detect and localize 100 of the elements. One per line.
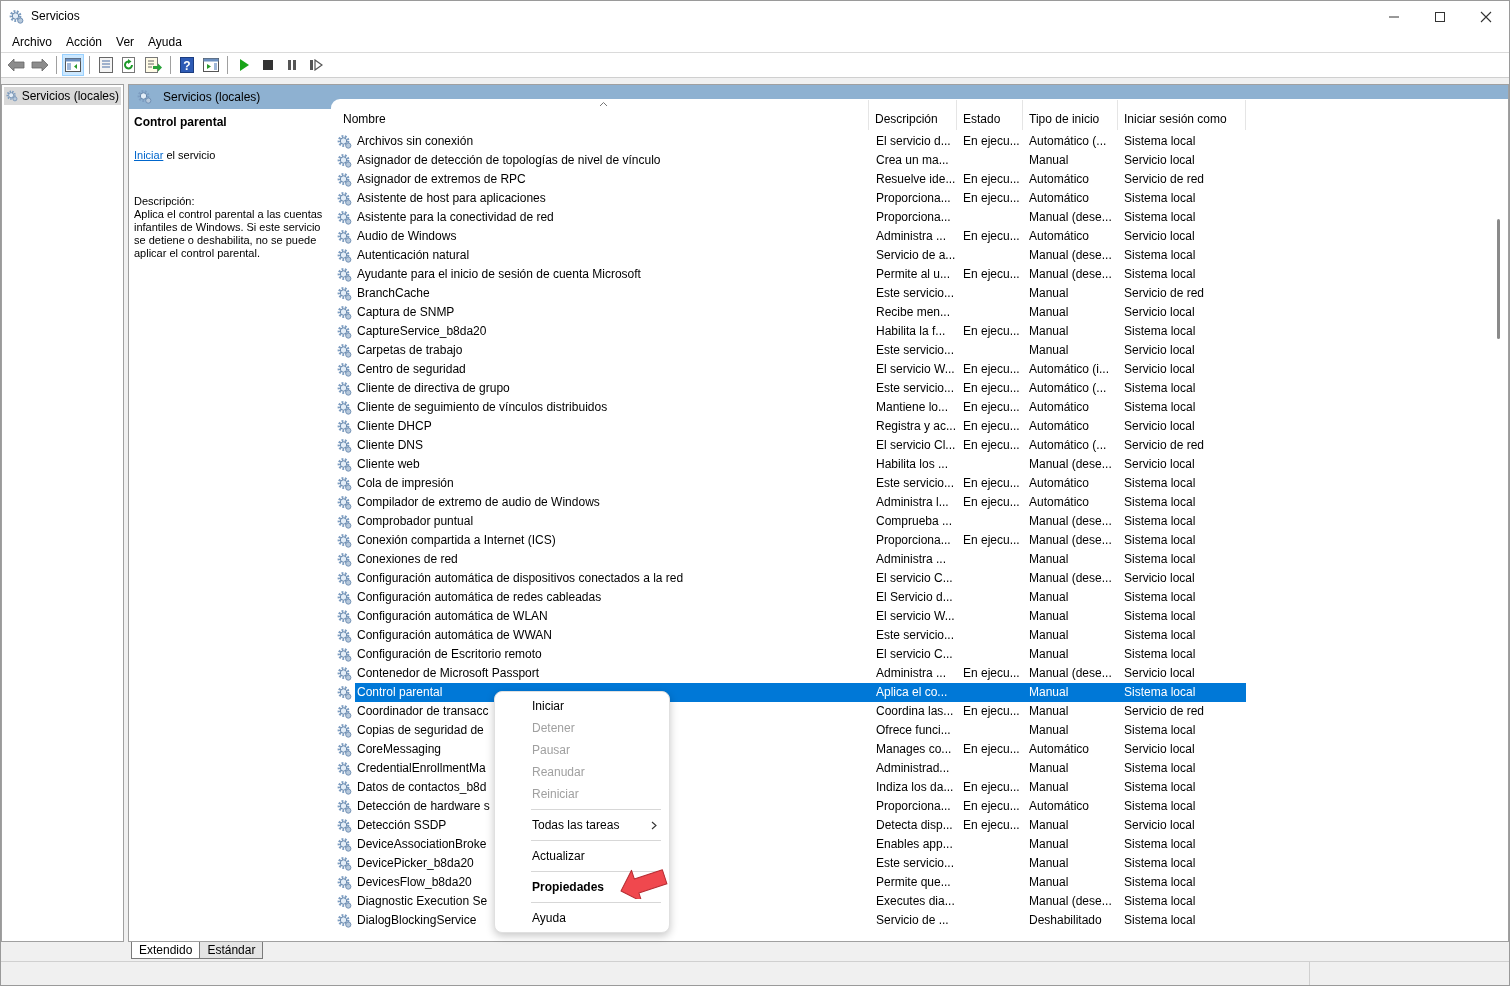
menu-item[interactable]: Archivo (5, 34, 59, 50)
service-name[interactable]: Ayudante para el inicio de sesión de cuenta Microsoft (357, 267, 641, 282)
table-cell: Manual (dese... (1029, 267, 1112, 282)
table-cell: Comprueba ... (876, 514, 953, 529)
table-cell: Manual (dese... (1029, 894, 1112, 909)
table-cell: Manual (1029, 856, 1069, 871)
table-cell: Manual (dese... (1029, 666, 1112, 681)
service-name[interactable]: Conexiones de red (357, 552, 458, 567)
service-name[interactable]: Asignador de detección de topologías de nivel de vínculo (357, 153, 661, 168)
service-name[interactable]: Cliente de directiva de grupo (357, 381, 510, 396)
table-cell: En ejecu... (963, 362, 1020, 377)
table-cell: Manual (1029, 324, 1069, 339)
service-name[interactable]: Configuración de Escritorio remoto (357, 647, 542, 662)
table-cell: Manual (1029, 818, 1069, 833)
menu-item[interactable]: Ayuda (141, 34, 189, 50)
table-cell: Manual (1029, 343, 1069, 358)
service-name[interactable]: Configuración automática de WWAN (357, 628, 552, 643)
service-name[interactable]: Copias de seguridad de (357, 723, 484, 738)
service-name[interactable]: Control parental (357, 685, 443, 700)
table-cell: Sistema local (1124, 476, 1196, 491)
table-cell: Administra ... (876, 552, 947, 567)
service-name[interactable]: Diagnostic Execution Se (357, 894, 488, 909)
menu-item[interactable]: Todas las tareas (495, 814, 669, 836)
table-cell: Sistema local (1124, 837, 1196, 852)
menu-item[interactable]: Acción (59, 34, 110, 50)
table-cell: En ejecu... (963, 419, 1020, 434)
table-cell: Automático (i... (1029, 362, 1110, 377)
service-name[interactable]: Cliente de seguimiento de vínculos distribuidos (357, 400, 608, 415)
service-name[interactable]: Contenedor de Microsoft Passport (357, 666, 540, 681)
service-name[interactable]: Coordinador de transacc (357, 704, 489, 719)
start-link[interactable]: Iniciar (134, 149, 164, 162)
service-name[interactable]: Centro de seguridad (357, 362, 466, 377)
table-cell: Manual (dese... (1029, 248, 1112, 263)
menu-item[interactable]: Ver (109, 34, 142, 50)
column-header[interactable]: Estado (957, 100, 1023, 130)
service-name[interactable]: DevicesFlow_b8da20 (357, 875, 472, 890)
service-name[interactable]: Asistente de host para aplicaciones (357, 191, 546, 206)
service-name[interactable]: Detección SSDP (357, 818, 447, 833)
service-name[interactable]: CredentialEnrollmentMa (357, 761, 486, 776)
view-tab[interactable]: Extendido (131, 942, 201, 959)
service-name[interactable]: Autenticación natural (357, 248, 470, 263)
table-cell: Automático (... (1029, 438, 1107, 453)
service-name[interactable]: Captura de SNMP (357, 305, 455, 320)
service-name[interactable]: Conexión compartida a Internet (ICS) (357, 533, 556, 548)
service-name[interactable]: Cliente web (357, 457, 420, 472)
service-name[interactable]: Cola de impresión (357, 476, 454, 491)
table-cell: En ejecu... (963, 229, 1020, 244)
service-name[interactable]: Comprobador puntual (357, 514, 474, 529)
service-name[interactable]: Audio de Windows (357, 229, 457, 244)
table-cell: Manual (1029, 837, 1069, 852)
column-header[interactable]: Nombre (337, 100, 869, 130)
service-name[interactable]: DeviceAssociationBroke (357, 837, 487, 852)
view-tab[interactable]: Estándar (199, 942, 264, 959)
table-cell: Servicio local (1124, 571, 1195, 586)
column-header[interactable]: Tipo de inicio (1023, 100, 1118, 130)
table-cell: El servicio W... (876, 609, 955, 624)
pane-title: Servicios (locales) (163, 89, 261, 105)
service-name[interactable]: CaptureService_b8da20 (357, 324, 487, 339)
table-cell: Este servicio... (876, 628, 955, 643)
table-cell: Executes dia... (876, 894, 955, 909)
service-name[interactable]: Configuración automática de dispositivos conectados a la red (357, 571, 684, 586)
table-cell: Sistema local (1124, 685, 1196, 700)
tree-item[interactable]: Servicios (locales) (4, 87, 121, 105)
service-name[interactable]: Configuración automática de WLAN (357, 609, 548, 624)
menu-item[interactable]: Propiedades (495, 876, 669, 898)
table-cell: Sistema local (1124, 248, 1196, 263)
table-cell: Servicio local (1124, 457, 1195, 472)
table-cell: Automático (1029, 742, 1090, 757)
service-name[interactable]: Detección de hardware s (357, 799, 490, 814)
service-name[interactable]: Carpetas de trabajo (357, 343, 463, 358)
service-name[interactable]: Datos de contactos_b8d (357, 780, 487, 795)
service-name[interactable]: Cliente DNS (357, 438, 424, 453)
table-cell: Sistema local (1124, 894, 1196, 909)
menu-item[interactable]: Iniciar (495, 695, 669, 717)
column-header[interactable]: Descripción (869, 100, 957, 130)
service-name[interactable]: BranchCache (357, 286, 430, 301)
table-cell: Sistema local (1124, 324, 1196, 339)
menu-item[interactable]: Ayuda (495, 907, 669, 929)
service-name[interactable]: Cliente DHCP (357, 419, 432, 434)
table-cell: Sistema local (1124, 134, 1196, 149)
help-button[interactable]: ? (176, 54, 198, 76)
service-name[interactable]: Asignador de extremos de RPC (357, 172, 526, 187)
service-name[interactable]: Archivos sin conexión (357, 134, 474, 149)
table-cell: Automático (... (1029, 381, 1107, 396)
service-name[interactable]: Configuración automática de redes cableadas (357, 590, 602, 605)
service-name[interactable]: DevicePicker_b8da20 (357, 856, 474, 871)
table-cell: El servicio d... (876, 134, 951, 149)
menu-item[interactable]: Actualizar (495, 845, 669, 867)
table-cell: Crea un ma... (876, 153, 949, 168)
service-name[interactable]: CoreMessaging (357, 742, 442, 757)
service-name[interactable]: Compilador de extremo de audio de Windows (357, 495, 600, 510)
table-cell: Manual (1029, 647, 1069, 662)
service-name[interactable]: Asistente para la conectividad de red (357, 210, 554, 225)
table-cell: En ejecu... (963, 799, 1020, 814)
table-cell: Servicio local (1124, 305, 1195, 320)
service-name[interactable]: DialogBlockingService (357, 913, 477, 928)
table-cell: Manual (dese... (1029, 533, 1112, 548)
column-header[interactable]: Iniciar sesión como (1118, 100, 1246, 130)
table-cell: Servicio local (1124, 343, 1195, 358)
table-cell: Manages co... (876, 742, 952, 757)
